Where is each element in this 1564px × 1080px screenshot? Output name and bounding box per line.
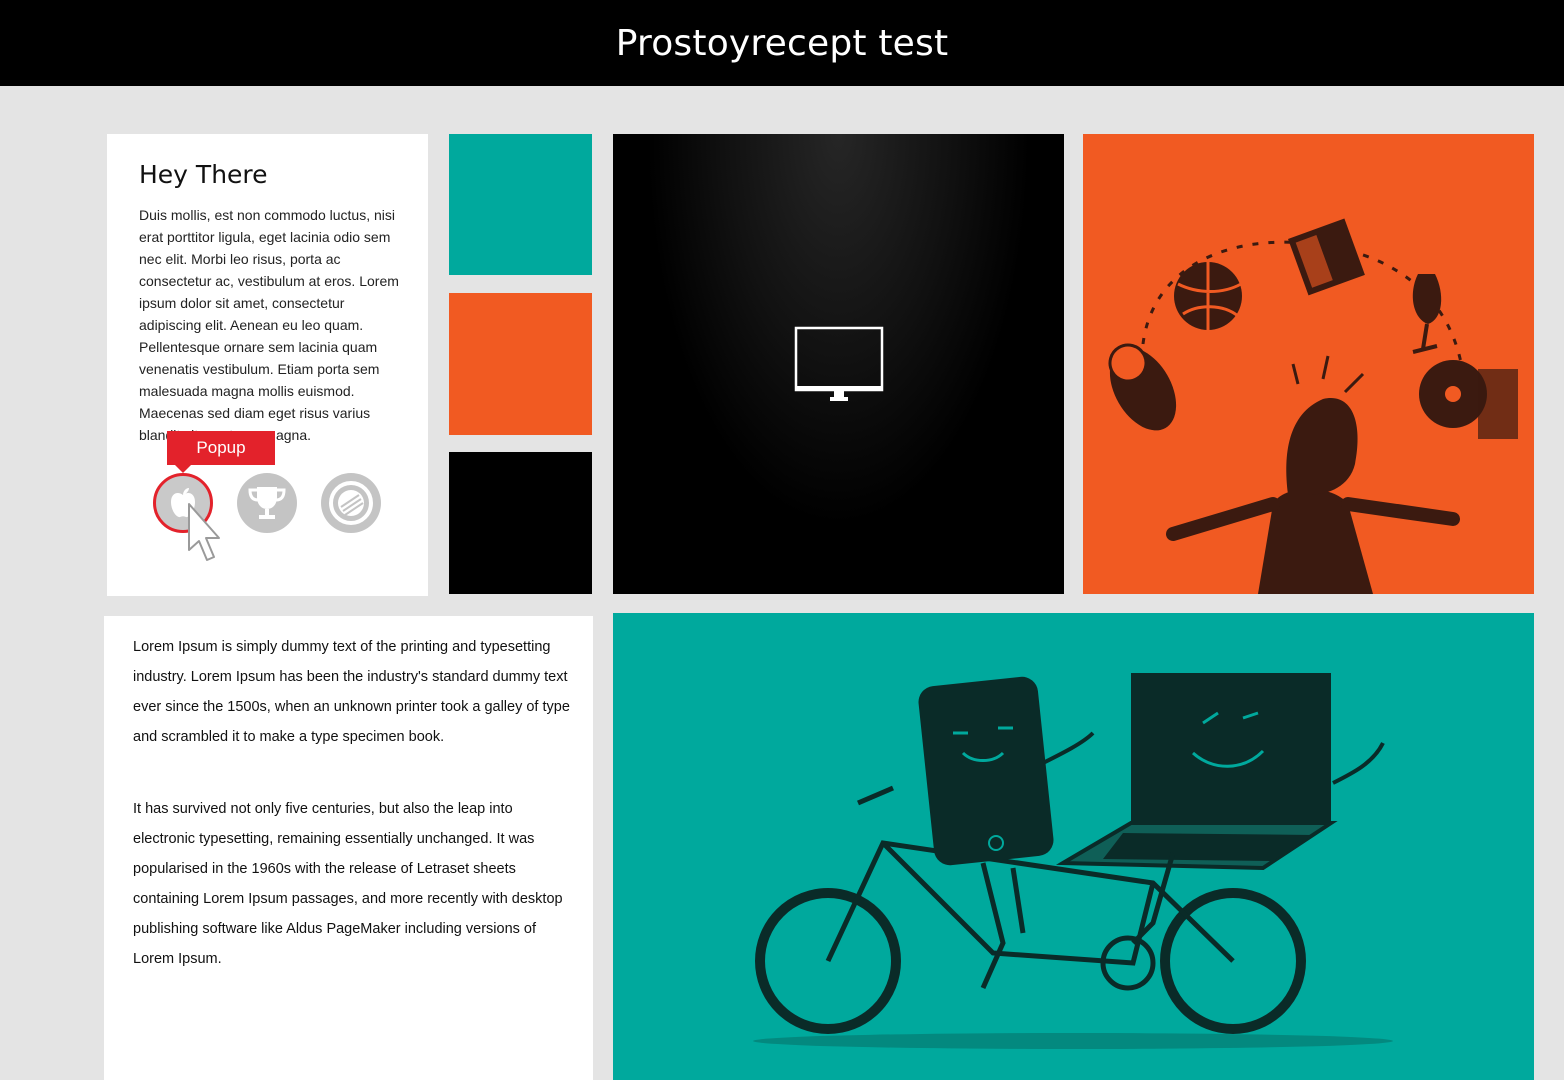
trophy-icon [248, 487, 286, 519]
page-header: Prostoyrecept test [0, 0, 1564, 86]
juggler-illustration [1083, 134, 1534, 594]
hero-video-tile[interactable] [613, 134, 1064, 594]
lorem-paragraph-2: It has survived not only five centuries,… [133, 801, 563, 967]
black-tile[interactable] [449, 452, 592, 594]
page-title: Prostoyrecept test [615, 22, 949, 64]
lorem-paragraph-1: Lorem Ipsum is simply dummy text of the … [133, 639, 570, 745]
monitor-icon [794, 326, 884, 401]
lorem-text-card: Lorem Ipsum is simply dummy text of the … [104, 616, 593, 1080]
juggler-image [1108, 218, 1518, 594]
popup-tooltip: Popup [167, 431, 275, 473]
record-icon-button[interactable] [321, 473, 381, 533]
trophy-icon-button[interactable] [237, 473, 297, 533]
intro-card: Hey There Duis mollis, est non commodo l… [107, 134, 428, 596]
tandem-bike-image [753, 673, 1393, 1049]
teal-tile[interactable] [449, 134, 592, 275]
cursor-icon [188, 503, 220, 561]
intro-heading: Hey There [139, 160, 268, 189]
orange-tile[interactable] [449, 293, 592, 435]
tandem-bike-illustration [613, 613, 1534, 1080]
record-icon [329, 481, 373, 525]
intro-body: Duis mollis, est non commodo luctus, nis… [139, 207, 399, 443]
popup-label: Popup [196, 438, 246, 457]
